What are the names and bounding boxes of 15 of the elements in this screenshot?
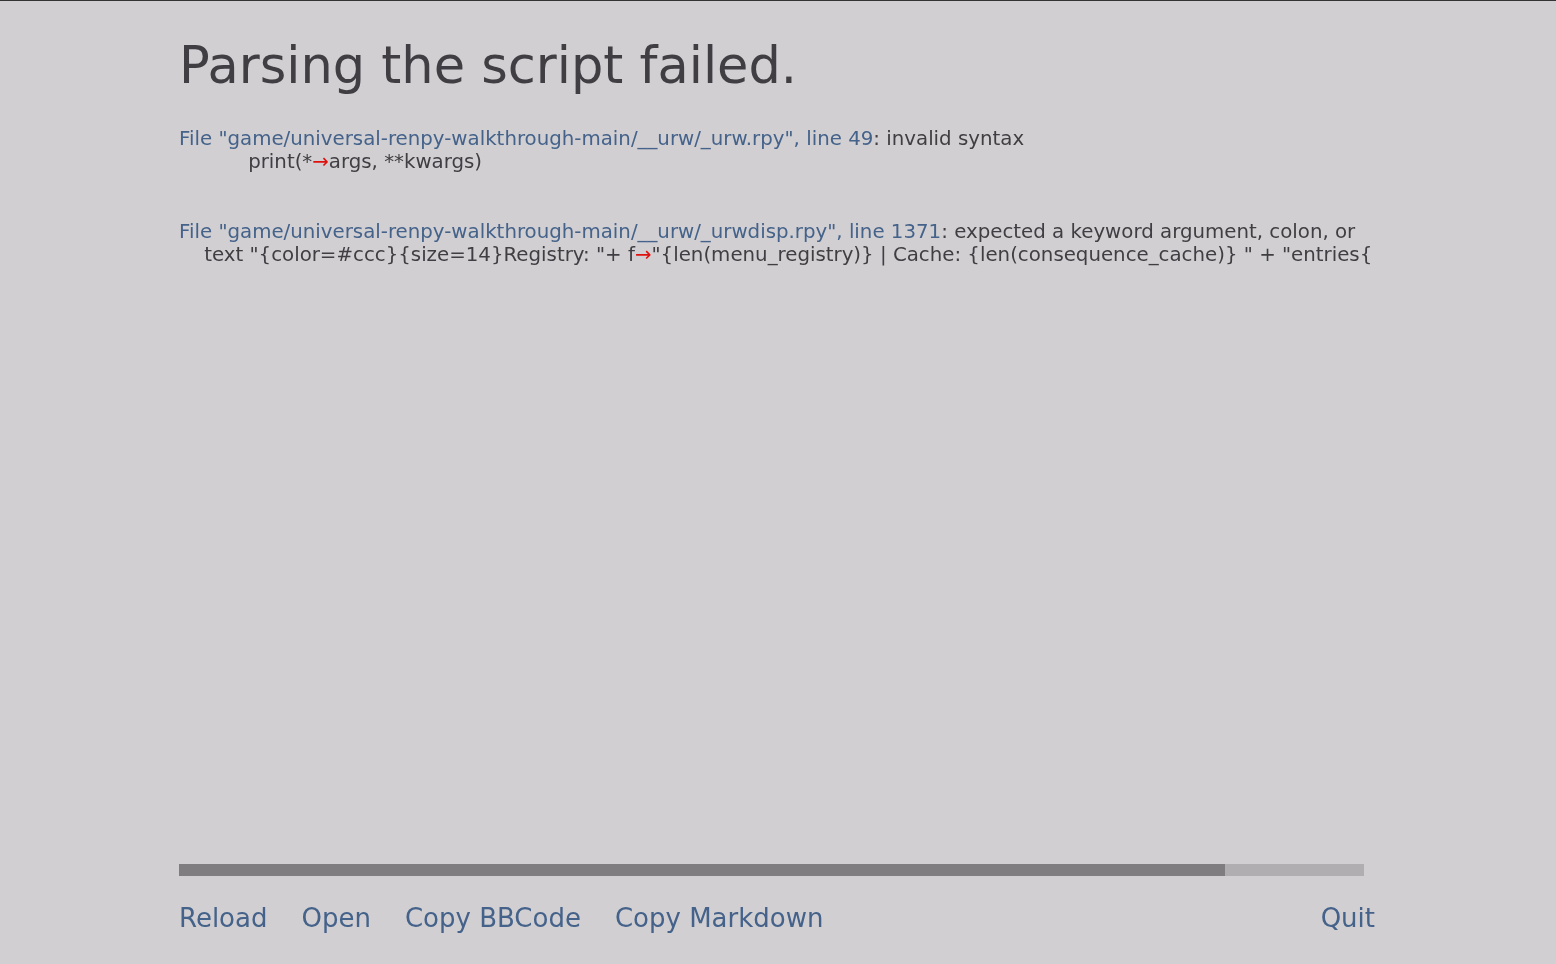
action-button[interactable]: Reload bbox=[179, 902, 268, 934]
code-text: text "{color=#ccc}{size=14}Registry: "+ f bbox=[203, 243, 635, 266]
error-position-arrow: → bbox=[312, 150, 329, 173]
action-button[interactable]: Quit bbox=[1320, 902, 1375, 934]
error-message: : invalid syntax bbox=[873, 127, 1025, 150]
file-location-link[interactable]: File "game/universal-renpy-walkthrough-main/__urw/_urw.rpy", line 49 bbox=[179, 127, 874, 150]
action-button[interactable]: Copy BBCode bbox=[404, 902, 581, 934]
code-text: print(* bbox=[247, 150, 313, 173]
action-button[interactable]: Open bbox=[301, 902, 371, 934]
action-button[interactable]: Copy Markdown bbox=[614, 902, 824, 934]
code-text: args, **kwargs) bbox=[328, 150, 483, 173]
file-location-link[interactable]: File "game/universal-renpy-walkthrough-main/__urw/_urwdisp.rpy", line 1371 bbox=[179, 220, 942, 243]
error-message: : expected a keyword argument, colon, or bbox=[941, 220, 1356, 243]
code-text: "{len(menu_registry)} | Cache: {len(consequence_cache)} " + "entries{ bbox=[651, 243, 1373, 266]
error-title: Parsing the script failed. bbox=[179, 35, 799, 97]
